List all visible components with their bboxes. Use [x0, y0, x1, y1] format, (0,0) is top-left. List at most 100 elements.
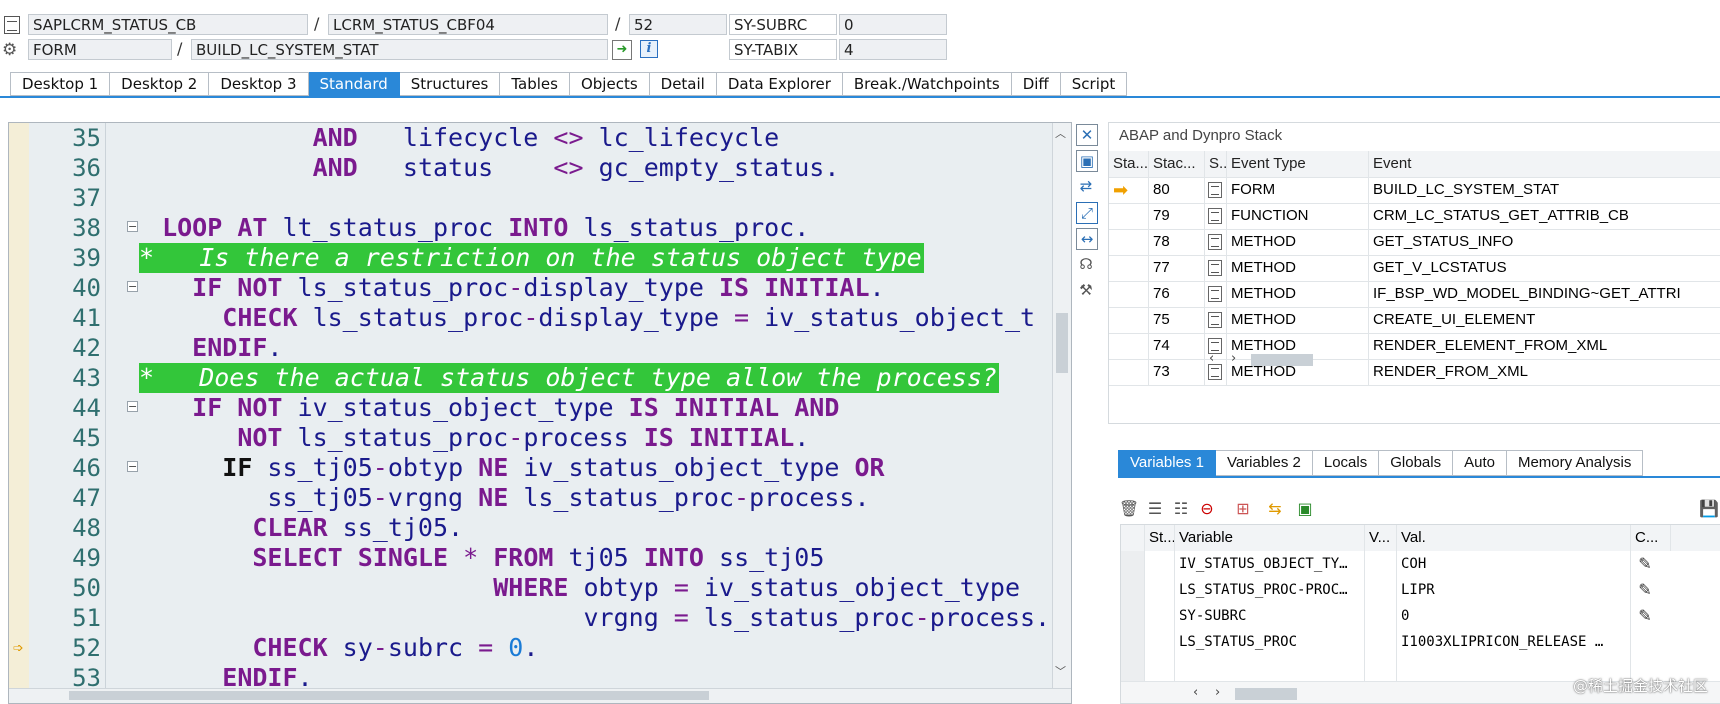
column-header[interactable]: Variable [1175, 525, 1365, 551]
event-name[interactable]: RENDER_ELEMENT_FROM_XML [1369, 333, 1720, 359]
scroll-down-icon[interactable]: ﹀ [1055, 663, 1066, 679]
program-field[interactable]: SAPLCRM_STATUS_CB [28, 14, 308, 35]
tab-globals[interactable]: Globals [1379, 450, 1454, 476]
table-row[interactable]: SY-SUBRC 0 ✎ [1121, 603, 1720, 630]
event-name[interactable]: BUILD_LC_SYSTEM_STAT [1369, 177, 1720, 203]
event-name[interactable]: GET_STATUS_INFO [1369, 229, 1720, 255]
headset-icon[interactable]: ☊ [1076, 254, 1096, 274]
source-icon[interactable] [1205, 307, 1227, 333]
save-icon[interactable]: 💾 [1698, 498, 1720, 520]
jump-icon[interactable]: ➜ [612, 40, 632, 60]
table-row[interactable]: 75 METHOD CREATE_UI_ELEMENT [1109, 307, 1720, 334]
event-name[interactable]: CRM_LC_STATUS_GET_ATTRIB_CB [1369, 203, 1720, 229]
row-selector[interactable] [1121, 603, 1145, 629]
column-header[interactable]: Event [1369, 151, 1720, 177]
tab-auto[interactable]: Auto [1453, 450, 1507, 476]
variable-name[interactable]: LS_STATUS_PROC [1175, 629, 1365, 655]
table-row[interactable]: ➡ 80 FORM BUILD_LC_SYSTEM_STAT [1109, 177, 1720, 204]
event-name[interactable]: RENDER_FROM_XML [1369, 359, 1720, 385]
move-icon[interactable]: ⇆ [1264, 498, 1286, 520]
structure-icon[interactable]: ⊞ [1232, 498, 1254, 520]
column-header[interactable] [1121, 525, 1145, 551]
resize-icon[interactable]: ↔ [1076, 228, 1098, 250]
row-selector[interactable] [1121, 577, 1145, 603]
fold-toggle[interactable]: − [127, 461, 138, 472]
fold-toggle[interactable]: − [127, 221, 138, 232]
tab-variables-1[interactable]: Variables 1 [1118, 450, 1216, 476]
stack-hscroll[interactable]: ‹ › [1209, 351, 1319, 367]
tab-tables[interactable]: Tables [500, 72, 570, 96]
table-row[interactable]: 73 METHOD RENDER_FROM_XML [1109, 359, 1720, 386]
column-header[interactable]: St... [1145, 525, 1175, 551]
table-row[interactable]: 78 METHOD GET_STATUS_INFO [1109, 229, 1720, 256]
table-row[interactable]: 76 METHOD IF_BSP_WD_MODEL_BINDING~GET_ATTR… [1109, 281, 1720, 308]
append-row-icon[interactable]: ☷ [1170, 498, 1192, 520]
source-icon[interactable] [1205, 203, 1227, 229]
column-header[interactable]: Event Type [1227, 151, 1369, 177]
pencil-icon[interactable]: ✎ [1635, 554, 1655, 574]
row-selector[interactable] [1121, 551, 1145, 577]
source-icon[interactable] [1205, 229, 1227, 255]
vertical-scrollbar[interactable]: ︿ ﹀ [1052, 123, 1071, 703]
insert-row-icon[interactable]: ☰ [1144, 498, 1166, 520]
include-field[interactable]: LCRM_STATUS_CBF04 [328, 14, 608, 35]
tab-structures[interactable]: Structures [399, 72, 501, 96]
tab-objects[interactable]: Objects [569, 72, 650, 96]
column-header[interactable]: Stac... [1149, 151, 1205, 177]
variable-value[interactable]: I1003XLIPRICON_RELEASE … [1397, 629, 1631, 655]
tab-memory-analysis[interactable]: Memory Analysis [1506, 450, 1644, 476]
event-name[interactable]: GET_V_LCSTATUS [1369, 255, 1720, 281]
settings-icon[interactable]: ⚙ [2, 40, 22, 60]
maximize-icon[interactable]: ⤢ [1076, 202, 1098, 224]
tab-standard[interactable]: Standard [308, 72, 400, 96]
change-cell[interactable] [1631, 629, 1720, 655]
export-icon[interactable]: ▣ [1294, 498, 1316, 520]
tab-locals[interactable]: Locals [1312, 450, 1380, 476]
tab-desktop-2[interactable]: Desktop 2 [110, 72, 210, 96]
new-window-icon[interactable]: ▣ [1076, 150, 1098, 172]
scroll-left-icon[interactable]: ‹ [1193, 685, 1198, 700]
tab-variables-2[interactable]: Variables 2 [1215, 450, 1313, 476]
event-name[interactable]: CREATE_UI_ELEMENT [1369, 307, 1720, 333]
scroll-thumb[interactable] [1251, 354, 1313, 366]
delete-row-icon[interactable]: ⊖ [1196, 498, 1218, 520]
scroll-thumb[interactable] [1235, 688, 1297, 700]
source-editor[interactable]: ➩ 35 36 37 38 39 40 41 42 43 44 45 46 47 48 49 50 51 52 53… [8, 122, 1072, 704]
change-cell[interactable]: ✎ [1631, 603, 1720, 629]
fold-toggle[interactable]: − [127, 281, 138, 292]
source-icon[interactable] [1205, 177, 1227, 203]
scroll-thumb[interactable] [69, 691, 709, 700]
info-icon[interactable]: i [640, 40, 658, 58]
row-selector[interactable] [1121, 629, 1145, 655]
variables-hscroll[interactable]: ‹ › [1193, 685, 1303, 701]
tab-breakpoints[interactable]: Break./Watchpoints [842, 72, 1012, 96]
table-row[interactable]: 77 METHOD GET_V_LCSTATUS [1109, 255, 1720, 282]
variable-name[interactable]: LS_STATUS_PROC-PROC… [1175, 577, 1365, 603]
table-row[interactable]: IV_STATUS_OBJECT_TY… COH ✎ [1121, 551, 1720, 578]
change-cell[interactable]: ✎ [1631, 577, 1720, 603]
pencil-icon[interactable]: ✎ [1635, 606, 1655, 626]
variable-name[interactable]: SY-SUBRC [1175, 603, 1365, 629]
source-icon[interactable] [1205, 255, 1227, 281]
scroll-right-icon[interactable]: › [1215, 685, 1220, 700]
table-row[interactable]: LS_STATUS_PROC I1003XLIPRICON_RELEASE … [1121, 629, 1720, 656]
scroll-left-icon[interactable]: ‹ [1209, 351, 1214, 366]
swap-icon[interactable]: ⇄ [1076, 176, 1096, 196]
horizontal-scrollbar[interactable] [9, 688, 1071, 703]
column-header[interactable]: Sta... [1109, 151, 1149, 177]
trash-icon[interactable]: 🗑 [1118, 498, 1140, 520]
event-name-field[interactable]: BUILD_LC_SYSTEM_STAT [191, 39, 608, 60]
table-row[interactable]: 79 FUNCTION CRM_LC_STATUS_GET_ATTRIB_CB [1109, 203, 1720, 230]
tab-script[interactable]: Script [1060, 72, 1128, 96]
scroll-right-icon[interactable]: › [1231, 351, 1236, 366]
change-cell[interactable]: ✎ [1631, 551, 1720, 577]
table-row[interactable]: LS_STATUS_PROC-PROC… LIPR ✎ [1121, 577, 1720, 604]
column-header[interactable]: V... [1365, 525, 1397, 551]
event-type-field[interactable]: FORM [28, 39, 172, 60]
table-row[interactable]: 74 METHOD RENDER_ELEMENT_FROM_XML [1109, 333, 1720, 360]
tab-desktop-3[interactable]: Desktop 3 [209, 72, 309, 96]
fold-toggle[interactable]: − [127, 401, 138, 412]
scroll-thumb[interactable] [1056, 313, 1068, 373]
variable-cell[interactable] [1175, 655, 1365, 681]
tools-icon[interactable]: ⚒ [1076, 280, 1096, 300]
